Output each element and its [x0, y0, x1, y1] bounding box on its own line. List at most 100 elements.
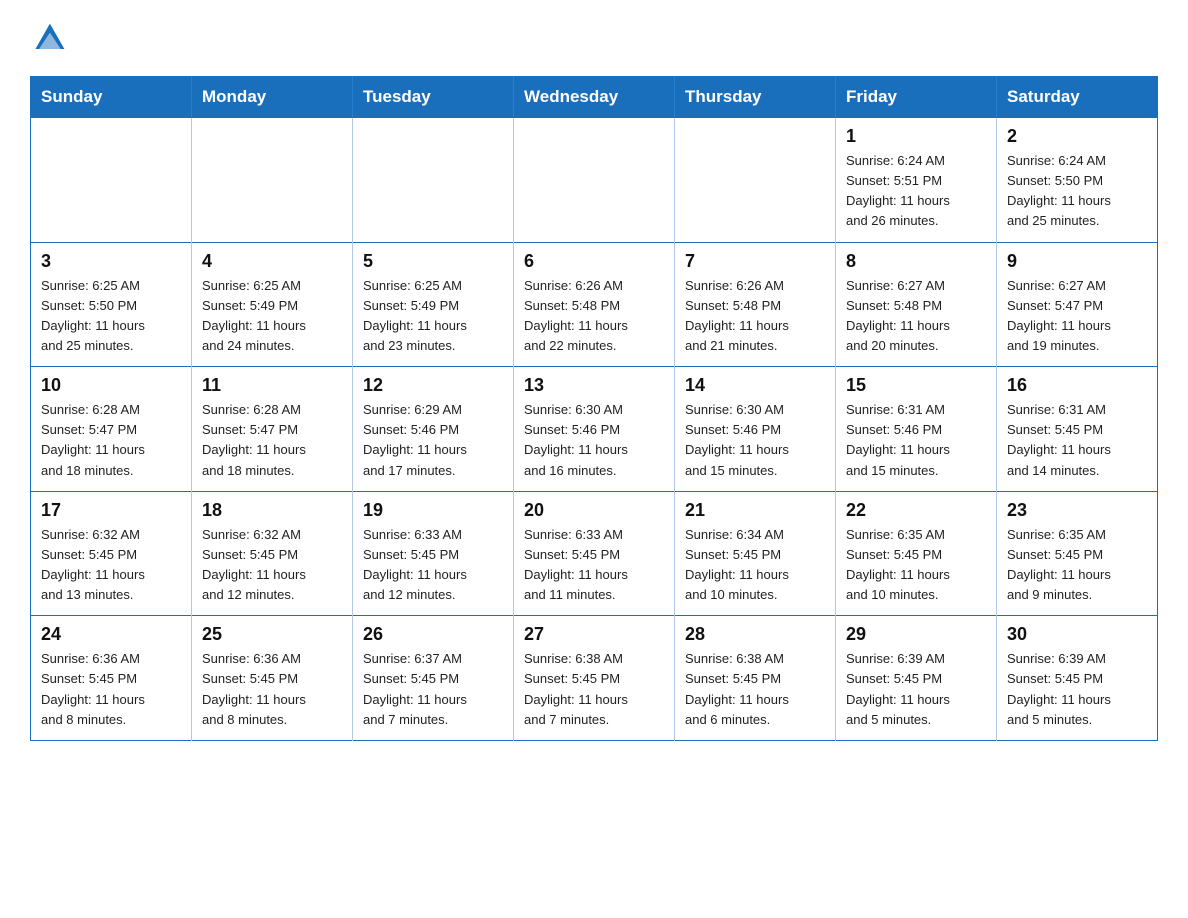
day-number: 18 — [202, 500, 342, 521]
day-number: 19 — [363, 500, 503, 521]
day-number: 9 — [1007, 251, 1147, 272]
day-info: Sunrise: 6:28 AM Sunset: 5:47 PM Dayligh… — [202, 400, 342, 481]
calendar-cell: 27 Sunrise: 6:38 AM Sunset: 5:45 PM Dayli… — [514, 616, 675, 741]
calendar-cell: 6 Sunrise: 6:26 AM Sunset: 5:48 PM Daylig… — [514, 242, 675, 367]
day-info: Sunrise: 6:35 AM Sunset: 5:45 PM Dayligh… — [846, 525, 986, 606]
day-number: 4 — [202, 251, 342, 272]
calendar-cell: 10 Sunrise: 6:28 AM Sunset: 5:47 PM Dayli… — [31, 367, 192, 492]
day-number: 25 — [202, 624, 342, 645]
weekday-header-row: SundayMondayTuesdayWednesdayThursdayFrid… — [31, 77, 1158, 118]
day-number: 30 — [1007, 624, 1147, 645]
day-info: Sunrise: 6:25 AM Sunset: 5:49 PM Dayligh… — [363, 276, 503, 357]
day-info: Sunrise: 6:28 AM Sunset: 5:47 PM Dayligh… — [41, 400, 181, 481]
logo-icon — [30, 20, 68, 58]
calendar-cell: 24 Sunrise: 6:36 AM Sunset: 5:45 PM Dayli… — [31, 616, 192, 741]
calendar-cell: 5 Sunrise: 6:25 AM Sunset: 5:49 PM Daylig… — [353, 242, 514, 367]
day-number: 15 — [846, 375, 986, 396]
calendar-cell: 1 Sunrise: 6:24 AM Sunset: 5:51 PM Daylig… — [836, 118, 997, 243]
weekday-header-wednesday: Wednesday — [514, 77, 675, 118]
calendar-cell: 19 Sunrise: 6:33 AM Sunset: 5:45 PM Dayli… — [353, 491, 514, 616]
calendar-cell: 14Sunrise: 6:30 AM Sunset: 5:46 PM Dayli… — [675, 367, 836, 492]
calendar-cell: 29 Sunrise: 6:39 AM Sunset: 5:45 PM Dayli… — [836, 616, 997, 741]
day-info: Sunrise: 6:26 AM Sunset: 5:48 PM Dayligh… — [685, 276, 825, 357]
weekday-header-friday: Friday — [836, 77, 997, 118]
day-number: 3 — [41, 251, 181, 272]
day-number: 7 — [685, 251, 825, 272]
day-info: Sunrise: 6:27 AM Sunset: 5:48 PM Dayligh… — [846, 276, 986, 357]
calendar-cell: 3Sunrise: 6:25 AM Sunset: 5:50 PM Daylig… — [31, 242, 192, 367]
day-info: Sunrise: 6:36 AM Sunset: 5:45 PM Dayligh… — [41, 649, 181, 730]
day-number: 12 — [363, 375, 503, 396]
calendar-cell: 17 Sunrise: 6:32 AM Sunset: 5:45 PM Dayli… — [31, 491, 192, 616]
day-number: 20 — [524, 500, 664, 521]
day-number: 24 — [41, 624, 181, 645]
day-info: Sunrise: 6:39 AM Sunset: 5:45 PM Dayligh… — [846, 649, 986, 730]
day-number: 11 — [202, 375, 342, 396]
day-number: 13 — [524, 375, 664, 396]
page-header — [30, 20, 1158, 58]
calendar-week-row-5: 24 Sunrise: 6:36 AM Sunset: 5:45 PM Dayli… — [31, 616, 1158, 741]
calendar-cell — [353, 118, 514, 243]
calendar-cell: 25 Sunrise: 6:36 AM Sunset: 5:45 PM Dayli… — [192, 616, 353, 741]
calendar-cell: 9 Sunrise: 6:27 AM Sunset: 5:47 PM Daylig… — [997, 242, 1158, 367]
day-number: 2 — [1007, 126, 1147, 147]
calendar-cell: 21Sunrise: 6:34 AM Sunset: 5:45 PM Dayli… — [675, 491, 836, 616]
calendar-cell: 8 Sunrise: 6:27 AM Sunset: 5:48 PM Daylig… — [836, 242, 997, 367]
calendar-cell: 23 Sunrise: 6:35 AM Sunset: 5:45 PM Dayli… — [997, 491, 1158, 616]
calendar-cell: 30 Sunrise: 6:39 AM Sunset: 5:45 PM Dayli… — [997, 616, 1158, 741]
day-info: Sunrise: 6:29 AM Sunset: 5:46 PM Dayligh… — [363, 400, 503, 481]
day-number: 21 — [685, 500, 825, 521]
day-info: Sunrise: 6:32 AM Sunset: 5:45 PM Dayligh… — [41, 525, 181, 606]
weekday-header-saturday: Saturday — [997, 77, 1158, 118]
day-number: 10 — [41, 375, 181, 396]
day-number: 17 — [41, 500, 181, 521]
day-info: Sunrise: 6:38 AM Sunset: 5:45 PM Dayligh… — [685, 649, 825, 730]
day-number: 1 — [846, 126, 986, 147]
logo-area — [30, 20, 72, 58]
day-info: Sunrise: 6:37 AM Sunset: 5:45 PM Dayligh… — [363, 649, 503, 730]
day-info: Sunrise: 6:35 AM Sunset: 5:45 PM Dayligh… — [1007, 525, 1147, 606]
calendar-cell: 26Sunrise: 6:37 AM Sunset: 5:45 PM Dayli… — [353, 616, 514, 741]
calendar-cell: 7 Sunrise: 6:26 AM Sunset: 5:48 PM Daylig… — [675, 242, 836, 367]
day-number: 5 — [363, 251, 503, 272]
day-info: Sunrise: 6:30 AM Sunset: 5:46 PM Dayligh… — [524, 400, 664, 481]
day-info: Sunrise: 6:39 AM Sunset: 5:45 PM Dayligh… — [1007, 649, 1147, 730]
day-info: Sunrise: 6:33 AM Sunset: 5:45 PM Dayligh… — [524, 525, 664, 606]
day-info: Sunrise: 6:32 AM Sunset: 5:45 PM Dayligh… — [202, 525, 342, 606]
calendar-week-row-1: 1 Sunrise: 6:24 AM Sunset: 5:51 PM Daylig… — [31, 118, 1158, 243]
calendar-cell: 28Sunrise: 6:38 AM Sunset: 5:45 PM Dayli… — [675, 616, 836, 741]
day-info: Sunrise: 6:24 AM Sunset: 5:51 PM Dayligh… — [846, 151, 986, 232]
day-number: 29 — [846, 624, 986, 645]
calendar-cell: 13 Sunrise: 6:30 AM Sunset: 5:46 PM Dayli… — [514, 367, 675, 492]
calendar-cell: 2Sunrise: 6:24 AM Sunset: 5:50 PM Daylig… — [997, 118, 1158, 243]
day-info: Sunrise: 6:31 AM Sunset: 5:46 PM Dayligh… — [846, 400, 986, 481]
day-number: 8 — [846, 251, 986, 272]
calendar-cell — [514, 118, 675, 243]
weekday-header-thursday: Thursday — [675, 77, 836, 118]
calendar-cell: 18 Sunrise: 6:32 AM Sunset: 5:45 PM Dayli… — [192, 491, 353, 616]
day-info: Sunrise: 6:36 AM Sunset: 5:45 PM Dayligh… — [202, 649, 342, 730]
calendar-table: SundayMondayTuesdayWednesdayThursdayFrid… — [30, 76, 1158, 741]
day-number: 6 — [524, 251, 664, 272]
day-info: Sunrise: 6:25 AM Sunset: 5:49 PM Dayligh… — [202, 276, 342, 357]
day-number: 14 — [685, 375, 825, 396]
calendar-week-row-4: 17 Sunrise: 6:32 AM Sunset: 5:45 PM Dayli… — [31, 491, 1158, 616]
day-info: Sunrise: 6:31 AM Sunset: 5:45 PM Dayligh… — [1007, 400, 1147, 481]
calendar-cell — [675, 118, 836, 243]
calendar-cell: 15 Sunrise: 6:31 AM Sunset: 5:46 PM Dayli… — [836, 367, 997, 492]
day-info: Sunrise: 6:38 AM Sunset: 5:45 PM Dayligh… — [524, 649, 664, 730]
day-info: Sunrise: 6:27 AM Sunset: 5:47 PM Dayligh… — [1007, 276, 1147, 357]
day-number: 22 — [846, 500, 986, 521]
weekday-header-monday: Monday — [192, 77, 353, 118]
calendar-cell: 12 Sunrise: 6:29 AM Sunset: 5:46 PM Dayli… — [353, 367, 514, 492]
calendar-cell: 20 Sunrise: 6:33 AM Sunset: 5:45 PM Dayli… — [514, 491, 675, 616]
day-number: 27 — [524, 624, 664, 645]
calendar-cell: 22 Sunrise: 6:35 AM Sunset: 5:45 PM Dayli… — [836, 491, 997, 616]
calendar-cell: 4 Sunrise: 6:25 AM Sunset: 5:49 PM Daylig… — [192, 242, 353, 367]
day-info: Sunrise: 6:26 AM Sunset: 5:48 PM Dayligh… — [524, 276, 664, 357]
day-info: Sunrise: 6:33 AM Sunset: 5:45 PM Dayligh… — [363, 525, 503, 606]
weekday-header-tuesday: Tuesday — [353, 77, 514, 118]
calendar-cell — [192, 118, 353, 243]
calendar-cell: 11 Sunrise: 6:28 AM Sunset: 5:47 PM Dayli… — [192, 367, 353, 492]
day-number: 23 — [1007, 500, 1147, 521]
